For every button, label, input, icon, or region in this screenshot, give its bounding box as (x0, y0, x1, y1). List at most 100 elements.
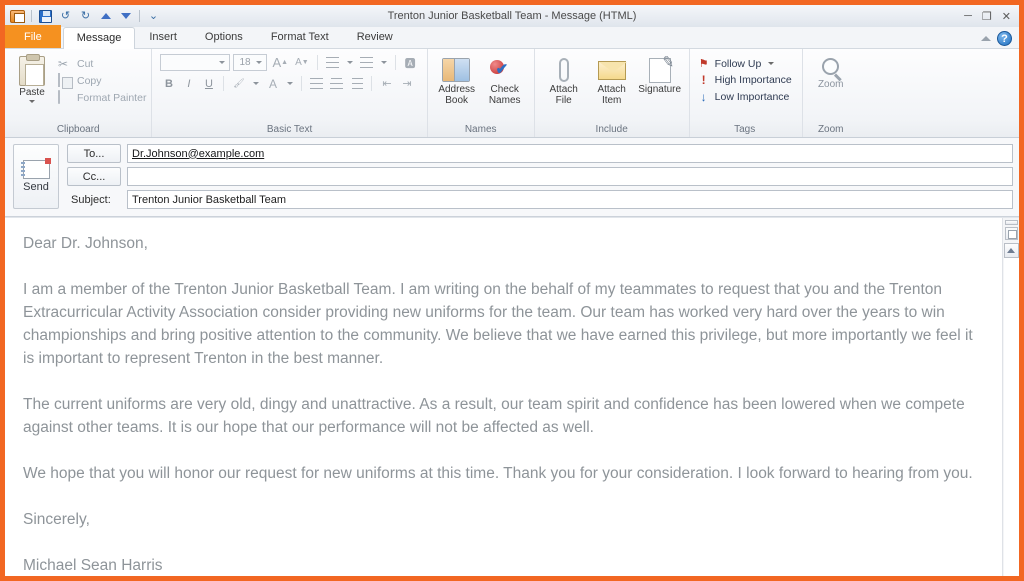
italic-button[interactable]: I (180, 75, 197, 92)
bullets-button[interactable] (324, 54, 341, 71)
names-group-label: Names (464, 124, 497, 135)
align-left-button[interactable] (308, 75, 325, 92)
attach-item-label: Attach Item (597, 84, 626, 106)
underline-button[interactable]: U (200, 75, 217, 92)
exclamation-icon: ! (701, 73, 706, 87)
redo-icon[interactable]: ↻ (77, 8, 94, 25)
address-book-button[interactable]: Address Book (433, 54, 481, 106)
tab-file[interactable]: File (5, 25, 61, 48)
to-button[interactable]: To... (67, 144, 121, 163)
chevron-down-icon[interactable] (29, 100, 35, 103)
align-center-button[interactable] (328, 75, 345, 92)
body-signature-name: Michael Sean Harris (23, 557, 163, 574)
subject-input[interactable]: Trenton Junior Basketball Team (127, 190, 1013, 209)
ribbon-group-include: Attach File Attach Item Signature Includ… (535, 49, 690, 137)
paintbrush-icon (58, 90, 72, 105)
chevron-down-icon[interactable] (219, 61, 226, 64)
scrollbar-split-handle[interactable] (1004, 220, 1018, 225)
chevron-down-icon[interactable] (253, 82, 260, 85)
copy-button[interactable]: Copy (58, 73, 146, 88)
scroll-up-button[interactable] (1003, 243, 1019, 258)
signature-button[interactable]: Signature (636, 54, 684, 95)
ribbon-group-clipboard: Paste ✂ Cut Copy Format Painter Clipboar… (5, 49, 153, 137)
ribbon-tab-right-controls: ? (981, 31, 1019, 48)
font-size-combo[interactable]: 18 (233, 54, 268, 71)
high-importance-button[interactable]: ! High Importance (698, 73, 792, 87)
message-body-editor[interactable]: Dear Dr. Johnson, I am a member of the T… (5, 218, 1002, 576)
address-book-icon (441, 55, 472, 83)
tab-review[interactable]: Review (343, 26, 407, 48)
cc-row: Cc... (67, 167, 1013, 186)
bold-button[interactable]: B (160, 75, 177, 92)
numbering-button[interactable] (358, 54, 375, 71)
signature-label: Signature (638, 84, 682, 95)
check-names-button[interactable]: Check Names (481, 54, 529, 106)
follow-up-button[interactable]: ⚑ Follow Up (698, 57, 792, 70)
format-painter-button[interactable]: Format Painter (58, 90, 146, 105)
close-button[interactable]: ✕ (1002, 10, 1011, 23)
divider (301, 76, 303, 91)
quick-access-toolbar: ↺ ↻ ⌄ (5, 5, 162, 27)
cc-button[interactable]: Cc... (67, 167, 121, 186)
customize-icon[interactable]: ⌄ (145, 8, 162, 25)
chevron-down-icon[interactable] (256, 61, 263, 64)
font-name-combo[interactable] (160, 54, 231, 71)
attach-item-button[interactable]: Attach Item (588, 54, 636, 106)
cut-button[interactable]: ✂ Cut (58, 57, 146, 71)
check-names-label: Check Names (488, 84, 521, 106)
collapse-ribbon-icon[interactable] (981, 36, 991, 41)
chevron-down-icon[interactable] (287, 82, 294, 85)
tab-insert[interactable]: Insert (135, 26, 191, 48)
chevron-down-icon[interactable] (768, 62, 775, 65)
chevron-down-icon[interactable] (346, 61, 353, 64)
follow-up-label: Follow Up (714, 57, 762, 70)
align-right-button[interactable] (348, 75, 365, 92)
grow-font-button[interactable]: A ▲ (270, 54, 290, 71)
next-item-icon[interactable] (117, 8, 134, 25)
to-input[interactable]: Dr.Johnson@example.com (127, 144, 1013, 163)
outlook-icon[interactable] (9, 8, 26, 25)
title-bar: ↺ ↻ ⌄ Trenton Junior Basketball Team - M… (5, 5, 1019, 27)
increase-indent-button[interactable]: ⇥ (398, 75, 415, 92)
chevron-down-icon[interactable] (380, 61, 387, 64)
help-icon[interactable]: ? (997, 31, 1012, 46)
attach-file-button[interactable]: Attach File (540, 54, 588, 106)
cc-input[interactable] (127, 167, 1013, 186)
to-value: Dr.Johnson@example.com (132, 147, 265, 160)
clear-formatting-button[interactable]: 🅰 (402, 54, 419, 71)
text-highlight-button[interactable]: 🖌 (230, 75, 247, 92)
magnifier-icon (822, 58, 840, 75)
undo-icon[interactable]: ↺ (57, 8, 74, 25)
flag-icon: ⚑ (698, 58, 709, 70)
low-importance-button[interactable]: ↓ Low Importance (698, 90, 792, 104)
tab-format-text[interactable]: Format Text (257, 26, 343, 48)
minimize-button[interactable]: ─ (964, 10, 972, 22)
ribbon-group-tags: ⚑ Follow Up ! High Importance ↓ Low Impo… (690, 49, 803, 137)
save-icon[interactable] (37, 8, 54, 25)
scissors-icon: ✂ (58, 57, 69, 71)
split-window-icon[interactable] (1004, 227, 1018, 240)
low-importance-label: Low Importance (714, 91, 790, 103)
high-importance-label: High Importance (714, 74, 792, 86)
send-button[interactable]: Send (13, 144, 59, 209)
decrease-indent-button[interactable]: ⇤ (378, 75, 395, 92)
to-row: To... Dr.Johnson@example.com (67, 144, 1013, 163)
tab-options[interactable]: Options (191, 26, 257, 48)
font-color-button[interactable]: A (264, 75, 281, 92)
restore-button[interactable]: ❐ (982, 10, 992, 23)
body-paragraph-3: We hope that you will honor our request … (23, 465, 973, 482)
shrink-font-button[interactable]: A ▼ (293, 54, 311, 71)
scrollbar-track[interactable] (1003, 258, 1019, 576)
address-book-label: Address Book (438, 84, 476, 106)
zoom-group-label: Zoom (817, 124, 844, 135)
body-vertical-scrollbar[interactable] (1002, 218, 1019, 576)
zoom-button[interactable]: Zoom (808, 54, 854, 90)
paste-button[interactable]: Paste (10, 54, 54, 103)
check-names-icon (489, 55, 520, 83)
basic-text-group-label: Basic Text (266, 124, 313, 135)
body-salutation: Dear Dr. Johnson, (23, 235, 148, 252)
window-controls: ─ ❐ ✕ (964, 10, 1019, 23)
previous-item-icon[interactable] (97, 8, 114, 25)
signature-icon (645, 55, 675, 83)
tab-message[interactable]: Message (62, 27, 136, 49)
